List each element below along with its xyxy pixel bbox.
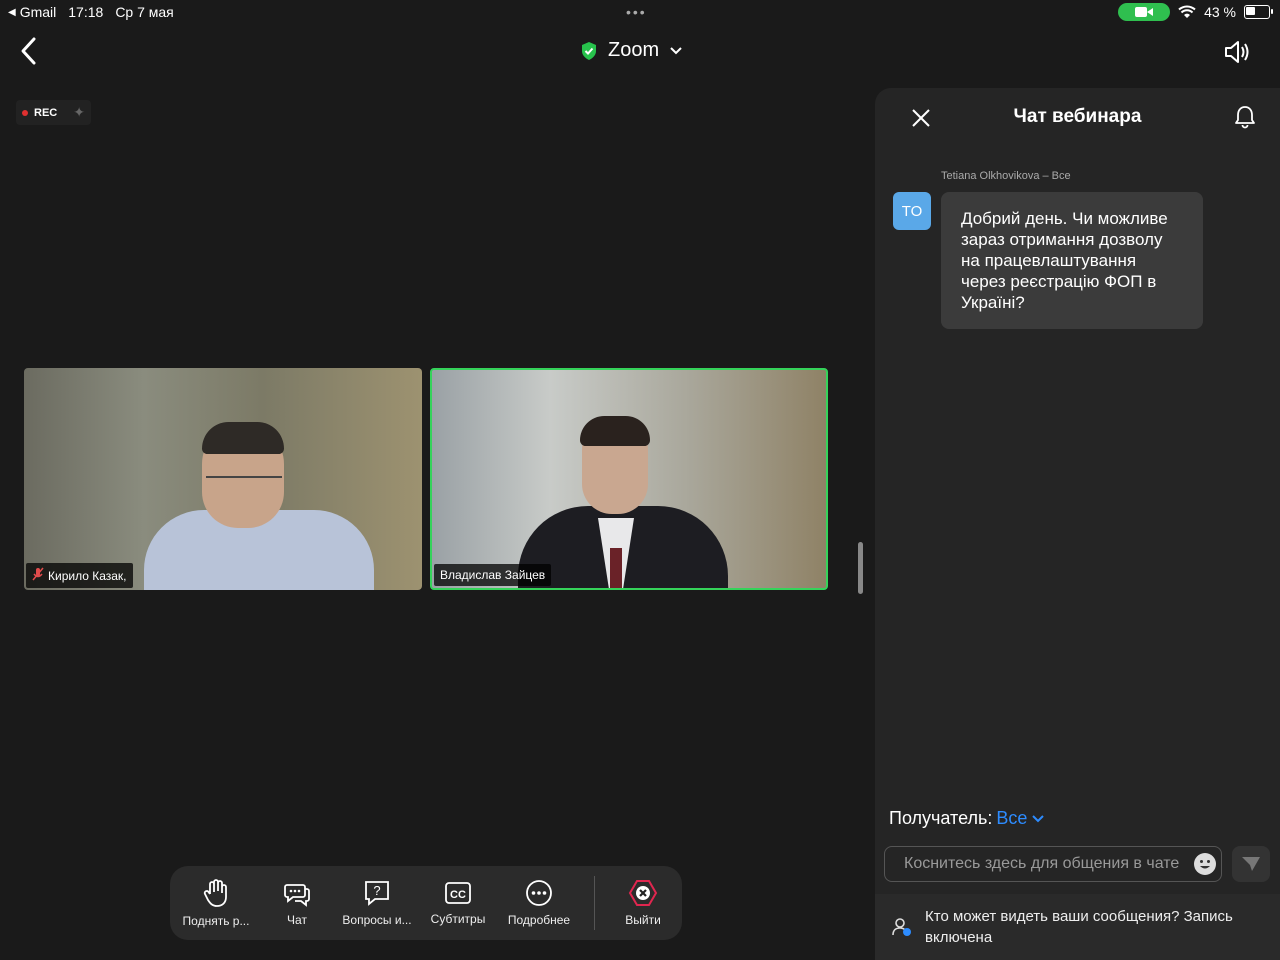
battery-icon: [1244, 5, 1273, 19]
video-camera-icon: [1135, 7, 1154, 17]
more-label: Подробнее: [507, 913, 571, 927]
sparkle-icon: ✦: [73, 104, 85, 120]
send-button[interactable]: [1232, 846, 1270, 882]
participant-video-tie: [610, 548, 622, 588]
chat-notifications-button[interactable]: [1233, 104, 1257, 130]
meeting-title-button[interactable]: Zoom: [580, 39, 683, 62]
send-icon: [1242, 857, 1260, 871]
chat-icon: [284, 884, 310, 907]
participant-name-tag: Кирило Казак,: [26, 563, 133, 588]
meeting-toolbar: Поднять р... Чат ? Вопросы и... CC Субти…: [170, 866, 682, 940]
recipient-value[interactable]: Все: [996, 808, 1027, 829]
back-to-app-label[interactable]: Gmail: [20, 4, 57, 20]
svg-text:CC: CC: [450, 889, 466, 901]
avatar: TO: [893, 192, 931, 230]
qa-icon: ?: [365, 881, 389, 906]
chat-label: Чат: [287, 913, 307, 927]
toolbar-divider: [594, 876, 595, 930]
participant-name: Кирило Казак,: [48, 568, 127, 583]
multitasking-dots[interactable]: •••: [626, 4, 647, 20]
participant-video-glasses: [206, 476, 282, 488]
chat-message-input[interactable]: Коснитесь здесь для общения в чате: [884, 846, 1222, 882]
message-sender: Tetiana Olkhovikova – Все: [941, 170, 1071, 182]
participant-name: Владислав Зайцев: [440, 568, 546, 582]
raise-hand-button[interactable]: Поднять р...: [170, 866, 262, 940]
battery-percent: 43 %: [1204, 4, 1236, 20]
status-time: 17:18: [68, 4, 104, 20]
chat-button[interactable]: Чат: [262, 866, 332, 940]
recipient-selector[interactable]: Получатель: Все: [889, 808, 1045, 829]
shield-check-icon: [582, 41, 596, 60]
message-bubble[interactable]: Добрий день. Чи можливе зараз отримання …: [941, 192, 1203, 329]
recipient-label: Получатель:: [889, 808, 993, 828]
recording-badge[interactable]: REC ✦: [16, 100, 91, 125]
panel-resize-handle[interactable]: [858, 542, 863, 594]
raise-hand-label: Поднять р...: [182, 914, 250, 928]
speaker-button[interactable]: [1222, 38, 1252, 66]
mic-muted-icon: [32, 567, 44, 584]
chevron-down-icon: [670, 46, 682, 54]
captions-button[interactable]: CC Субтитры: [422, 866, 494, 940]
privacy-notice[interactable]: Кто может видеть ваши сообщения? Запись …: [875, 894, 1280, 960]
closed-captions-icon: CC: [445, 882, 471, 904]
qa-label: Вопросы и...: [342, 913, 412, 927]
wifi-icon: [1178, 5, 1196, 18]
video-tile-active-speaker[interactable]: Владислав Зайцев: [430, 368, 828, 590]
bell-icon: [1235, 106, 1255, 129]
leave-label: Выйти: [625, 913, 661, 927]
leave-icon: [628, 880, 658, 906]
camera-in-use-indicator: [1118, 3, 1171, 21]
recording-dot-icon: [22, 109, 28, 116]
participant-video-hair: [580, 416, 650, 446]
raise-hand-icon: [203, 879, 227, 907]
back-to-app-icon[interactable]: ◀: [8, 7, 16, 18]
participant-name-tag: Владислав Зайцев: [434, 564, 552, 586]
privacy-notice-text: Кто может видеть ваши сообщения? Запись …: [925, 908, 1233, 946]
qa-button[interactable]: ? Вопросы и...: [332, 866, 422, 940]
status-date: Ср 7 мая: [115, 4, 174, 20]
chevron-down-icon: [1032, 814, 1045, 822]
person-privacy-icon: [892, 918, 911, 936]
captions-label: Субтитры: [430, 912, 486, 926]
participant-video-hair: [202, 422, 284, 454]
svg-text:?: ?: [373, 883, 380, 898]
more-icon: [526, 880, 552, 906]
close-chat-button[interactable]: [909, 106, 933, 130]
meeting-title: Zoom: [608, 39, 660, 61]
webinar-chat-panel: Чат вебинара Tetiana Olkhovikova – Все T…: [875, 88, 1280, 960]
speaker-icon: [1225, 41, 1249, 63]
video-stage: REC ✦ Кирило Казак, Владислав Зайцев: [0, 88, 872, 960]
video-tile[interactable]: Кирило Казак,: [24, 368, 422, 590]
meeting-top-bar: Zoom: [0, 24, 1280, 84]
chat-title: Чат вебинара: [1013, 106, 1142, 127]
leave-button[interactable]: Выйти: [605, 866, 681, 940]
recording-label: REC: [34, 106, 58, 119]
back-button[interactable]: [18, 36, 42, 66]
more-button[interactable]: Подробнее: [494, 866, 584, 940]
chevron-left-icon: [21, 37, 36, 65]
emoji-icon: [1194, 853, 1216, 875]
emoji-button[interactable]: [1193, 852, 1217, 876]
close-icon: [912, 109, 930, 127]
status-bar: ◀ Gmail 17:18 Ср 7 мая ••• 43 %: [0, 0, 1280, 24]
